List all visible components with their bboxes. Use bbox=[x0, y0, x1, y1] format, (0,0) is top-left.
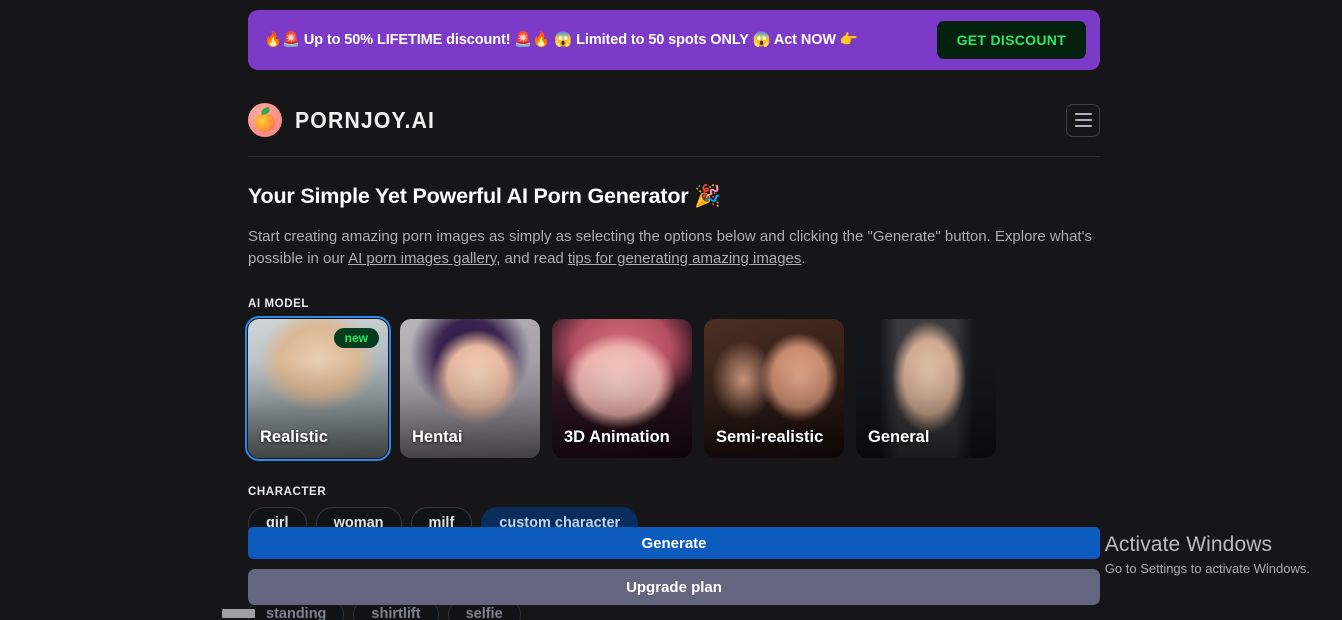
ai-model-card-3d-animation[interactable]: 3D Animation bbox=[552, 318, 692, 458]
header-divider bbox=[248, 156, 1100, 157]
windows-activation-watermark: Activate Windows Go to Settings to activ… bbox=[1105, 533, 1310, 576]
hamburger-menu-icon[interactable] bbox=[1066, 103, 1100, 137]
ai-model-name: General bbox=[868, 427, 930, 446]
ai-model-card-general[interactable]: General bbox=[856, 318, 996, 458]
tips-link[interactable]: tips for generating amazing images bbox=[568, 250, 801, 267]
get-discount-button[interactable]: GET DISCOUNT bbox=[936, 21, 1086, 59]
ai-model-card-semi-realistic[interactable]: Semi-realistic bbox=[704, 318, 844, 458]
ai-model-card-realistic[interactable]: new Realistic bbox=[245, 315, 391, 461]
brand-logo[interactable]: PORNJOY.AI bbox=[248, 103, 447, 137]
content-container: 🔥🚨 Up to 50% LIFETIME discount! 🚨🔥 😱 Lim… bbox=[245, 0, 1100, 541]
brand-name: PORNJOY.AI bbox=[295, 106, 436, 133]
hero-text-3: . bbox=[801, 249, 806, 267]
ai-model-card-hentai[interactable]: Hentai bbox=[400, 318, 540, 458]
upgrade-plan-button[interactable]: Upgrade plan bbox=[248, 569, 1100, 605]
horizontal-scrollbar-thumb[interactable] bbox=[222, 609, 255, 618]
peach-icon bbox=[248, 103, 282, 137]
page-root: standing shirtlift selfie 🔥🚨 Up to 50% L… bbox=[0, 0, 1342, 620]
character-label: CHARACTER bbox=[248, 485, 327, 498]
ai-model-card-row: new Realistic Hentai 3D Animation Semi-r… bbox=[245, 315, 1100, 461]
gallery-link[interactable]: AI porn images gallery bbox=[348, 250, 496, 267]
watermark-subtitle: Go to Settings to activate Windows. bbox=[1104, 561, 1310, 576]
promo-banner-text: 🔥🚨 Up to 50% LIFETIME discount! 🚨🔥 😱 Lim… bbox=[264, 31, 858, 48]
watermark-title: Activate Windows bbox=[1104, 533, 1273, 556]
ai-model-name: Semi-realistic bbox=[716, 427, 824, 446]
action-button-stack: Generate Upgrade plan bbox=[248, 527, 1100, 605]
generate-button[interactable]: Generate bbox=[248, 527, 1100, 559]
promo-banner: 🔥🚨 Up to 50% LIFETIME discount! 🚨🔥 😱 Lim… bbox=[248, 10, 1100, 70]
new-badge: new bbox=[333, 327, 379, 348]
hero-section: Your Simple Yet Powerful AI Porn Generat… bbox=[248, 184, 1100, 270]
hero-description: Start creating amazing porn images as si… bbox=[248, 226, 1096, 270]
hero-text-2: , and read bbox=[496, 249, 568, 267]
ai-model-label: AI MODEL bbox=[248, 297, 310, 310]
page-title: Your Simple Yet Powerful AI Porn Generat… bbox=[248, 184, 721, 208]
ai-model-name: Realistic bbox=[260, 427, 328, 446]
ai-model-name: 3D Animation bbox=[564, 427, 670, 446]
site-header: PORNJOY.AI bbox=[248, 97, 1100, 143]
ai-model-name: Hentai bbox=[412, 427, 463, 446]
